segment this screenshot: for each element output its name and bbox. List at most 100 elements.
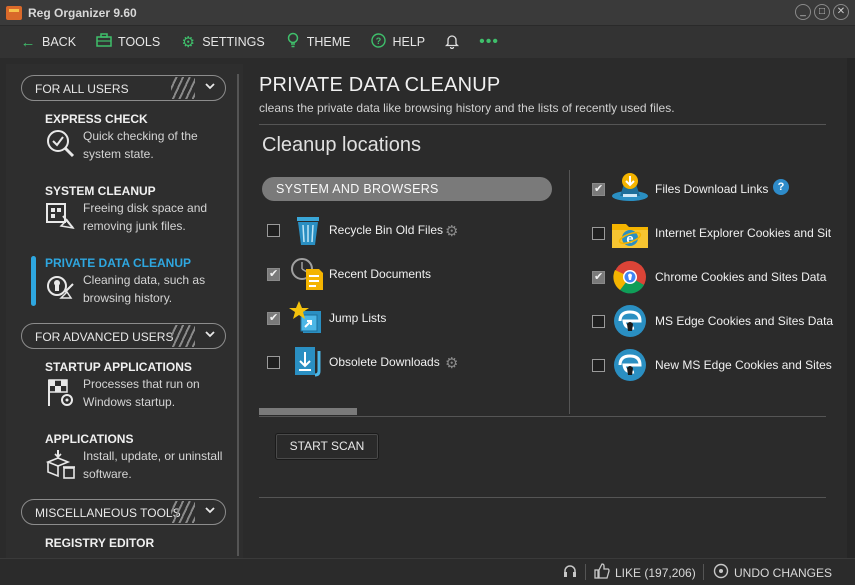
- list-item-recycle-bin[interactable]: Recycle Bin Old Files ⚙: [267, 211, 557, 251]
- question-circle-icon: ?: [370, 32, 386, 52]
- section-for-advanced-users[interactable]: FOR ADVANCED USERS: [21, 323, 226, 349]
- section-stripes: [171, 77, 195, 99]
- sidebar-scrollbar[interactable]: [237, 74, 239, 556]
- section-label: FOR ALL USERS: [35, 82, 129, 96]
- section-miscellaneous-tools[interactable]: MISCELLANEOUS TOOLS: [21, 499, 226, 525]
- list-item-ms-edge[interactable]: MS Edge Cookies and Sites Data: [592, 302, 842, 342]
- list-item-jump-lists[interactable]: Jump Lists: [267, 299, 557, 339]
- group-header-system-browsers: SYSTEM AND BROWSERS: [262, 177, 552, 201]
- sidebar-item-registry-editor[interactable]: REGISTRY EDITOR: [6, 536, 243, 558]
- sidebar-item-system-cleanup[interactable]: SYSTEM CLEANUP Freeing disk space and re…: [6, 184, 243, 244]
- sidebar-item-title: STARTUP APPLICATIONS: [45, 360, 192, 374]
- help-button[interactable]: ? HELP: [370, 32, 425, 52]
- new-edge-icon: [610, 348, 646, 382]
- toolbox-icon: [96, 33, 112, 51]
- title-bar: Reg Organizer 9.60 _ □ ✕: [0, 0, 855, 26]
- recent-documents-icon: [289, 257, 325, 291]
- sidebar-item-desc: Processes that run on Windows startup.: [83, 377, 200, 409]
- window-controls: _ □ ✕: [795, 4, 849, 20]
- sidebar-item-title: PRIVATE DATA CLEANUP: [45, 256, 191, 270]
- undo-icon: [713, 563, 729, 582]
- list-item-chrome[interactable]: Chrome Cookies and Sites Data: [592, 258, 842, 298]
- checkbox[interactable]: [592, 315, 605, 328]
- active-indicator: [31, 256, 36, 306]
- sidebar-item-title: SYSTEM CLEANUP: [45, 184, 156, 198]
- item-label: Files Download Links: [655, 182, 769, 196]
- bell-icon: [445, 33, 460, 52]
- private-data-broom-icon: [45, 272, 77, 304]
- theme-label: THEME: [306, 35, 351, 49]
- item-label: New MS Edge Cookies and Sites: [655, 358, 832, 372]
- sidebar-item-express-check[interactable]: EXPRESS CHECK Quick checking of the syst…: [6, 112, 243, 172]
- back-button[interactable]: ← BACK: [20, 34, 77, 51]
- list-item-new-ms-edge[interactable]: New MS Edge Cookies and Sites: [592, 346, 842, 386]
- start-scan-button[interactable]: START SCAN: [275, 433, 379, 460]
- minimize-button[interactable]: _: [795, 4, 811, 20]
- sidebar-item-startup-applications[interactable]: STARTUP APPLICATIONS Processes that run …: [6, 360, 243, 420]
- internet-explorer-icon: e: [610, 216, 648, 250]
- tools-button[interactable]: TOOLS: [96, 33, 160, 51]
- section-label: MISCELLANEOUS TOOLS: [35, 506, 181, 520]
- item-label: Obsolete Downloads: [329, 355, 440, 369]
- section-label: FOR ADVANCED USERS: [35, 330, 174, 344]
- section-stripes: [171, 501, 195, 523]
- theme-button[interactable]: THEME: [285, 32, 351, 52]
- group-label: SYSTEM AND BROWSERS: [276, 182, 439, 196]
- section-for-all-users[interactable]: FOR ALL USERS: [21, 75, 226, 101]
- checkbox[interactable]: [592, 359, 605, 372]
- like-count: LIKE (197,206): [615, 565, 696, 580]
- app-logo-icon: [6, 6, 22, 20]
- sidebar-item-title: REGISTRY EDITOR: [45, 536, 155, 550]
- checkbox[interactable]: [267, 356, 280, 369]
- chevron-down-icon: [204, 504, 216, 519]
- sidebar-item-private-data-cleanup[interactable]: PRIVATE DATA CLEANUP Cleaning data, such…: [6, 256, 243, 316]
- section-stripes: [171, 325, 195, 347]
- list-item-recent-documents[interactable]: Recent Documents: [267, 255, 557, 295]
- tools-label: TOOLS: [118, 35, 161, 49]
- horizontal-scrollbar[interactable]: [259, 408, 357, 415]
- list-item-internet-explorer[interactable]: e Internet Explorer Cookies and Sit: [592, 214, 842, 254]
- maximize-button[interactable]: □: [814, 4, 830, 20]
- gear-icon[interactable]: ⚙: [445, 354, 458, 372]
- checkbox[interactable]: [267, 224, 280, 237]
- edge-icon: [610, 304, 646, 338]
- checkbox[interactable]: [592, 227, 605, 240]
- more-button[interactable]: •••: [479, 33, 499, 51]
- checkbox[interactable]: [592, 182, 605, 196]
- checkbox[interactable]: [267, 267, 280, 281]
- close-button[interactable]: ✕: [833, 4, 849, 20]
- item-label: Internet Explorer Cookies and Sit: [655, 226, 832, 240]
- like-button[interactable]: LIKE (197,206): [594, 563, 696, 582]
- checkbox[interactable]: [592, 270, 605, 284]
- chevron-down-icon: [204, 80, 216, 95]
- sidebar-item-applications[interactable]: APPLICATIONS Install, update, or uninsta…: [6, 432, 243, 492]
- chrome-icon: [610, 260, 646, 294]
- divider: [259, 416, 826, 417]
- list-item-files-download-links[interactable]: Files Download Links ?: [592, 170, 842, 210]
- chevron-down-icon: [204, 328, 216, 343]
- item-label: Chrome Cookies and Sites Data: [655, 270, 827, 284]
- more-dots-icon: •••: [479, 33, 499, 50]
- window-right-edge: [847, 58, 855, 558]
- obsolete-downloads-icon: [289, 345, 325, 379]
- broom-disk-icon: [45, 200, 77, 232]
- jump-lists-icon: [289, 301, 325, 335]
- list-item-obsolete-downloads[interactable]: Obsolete Downloads ⚙: [267, 343, 557, 383]
- notifications-button[interactable]: [445, 33, 460, 52]
- download-links-icon: [610, 172, 648, 206]
- support-button[interactable]: [562, 563, 583, 582]
- undo-changes-button[interactable]: UNDO CHANGES: [713, 563, 832, 582]
- magnifier-check-icon: [45, 128, 77, 160]
- sidebar-item-title: EXPRESS CHECK: [45, 112, 148, 126]
- item-label: MS Edge Cookies and Sites Data: [655, 314, 834, 328]
- page-subtitle: cleans the private data like browsing hi…: [259, 101, 675, 115]
- install-box-trash-icon: [45, 448, 77, 480]
- checkbox[interactable]: [267, 311, 280, 325]
- section-title: Cleanup locations: [262, 134, 421, 156]
- column-divider: [569, 170, 570, 414]
- help-icon[interactable]: ?: [773, 179, 789, 195]
- undo-label: UNDO CHANGES: [734, 565, 833, 580]
- settings-button[interactable]: ⚙ SETTINGS: [180, 33, 264, 51]
- gear-icon[interactable]: ⚙: [445, 222, 458, 240]
- sidebar-item-desc: Cleaning data, such as browsing history.: [83, 273, 206, 305]
